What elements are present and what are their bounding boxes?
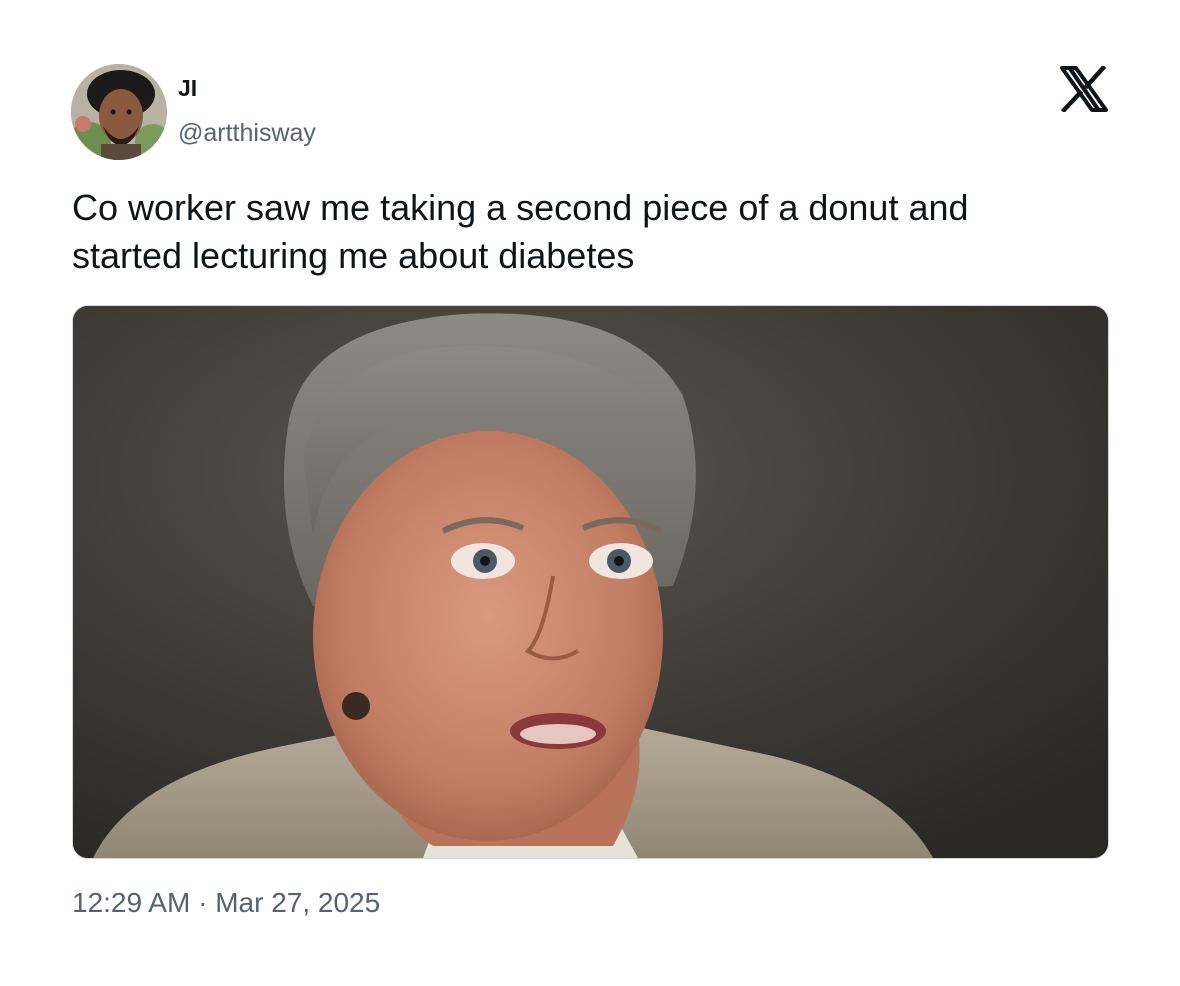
author-handle[interactable]: @artthisway — [178, 117, 316, 149]
tweet-photo — [73, 306, 1108, 858]
avatar[interactable] — [71, 64, 167, 160]
x-logo-icon[interactable] — [1059, 66, 1109, 112]
tweet-time[interactable]: 12:29 AM — [72, 887, 190, 918]
timestamp-separator: · — [190, 887, 216, 918]
tweet-date[interactable]: Mar 27, 2025 — [215, 887, 380, 918]
tweet-card: JI @artthisway Co worker saw me taking a… — [0, 0, 1180, 986]
avatar-photo — [71, 64, 167, 160]
tweet-image[interactable] — [72, 305, 1109, 859]
tweet-timestamp: 12:29 AM · Mar 27, 2025 — [72, 885, 380, 921]
author-display-name[interactable]: JI — [178, 74, 197, 102]
tweet-text: Co worker saw me taking a second piece o… — [72, 187, 969, 276]
